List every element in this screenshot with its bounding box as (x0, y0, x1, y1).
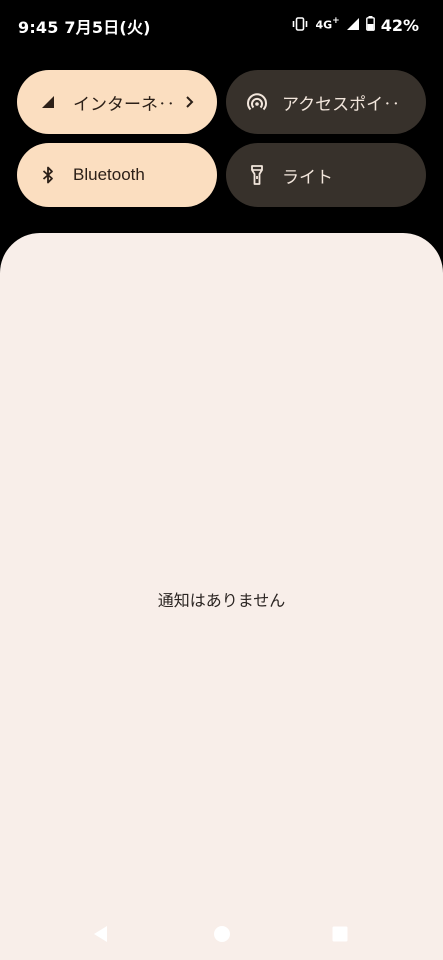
flashlight-icon (246, 164, 268, 186)
battery-percent: 42% (380, 15, 419, 35)
tile-hotspot[interactable]: アクセスポイ‥ (226, 70, 426, 134)
tile-hotspot-label: アクセスポイ‥ (282, 94, 401, 114)
network-plus: + (332, 15, 340, 26)
tile-light[interactable]: ライト (226, 143, 426, 207)
recents-button[interactable] (330, 924, 350, 944)
home-circle-icon (214, 926, 230, 942)
back-triangle-icon (94, 926, 107, 942)
tile-bluetooth[interactable]: Bluetooth (17, 143, 217, 207)
network-type: 4G+ (315, 15, 340, 32)
home-button[interactable] (212, 924, 232, 944)
screen: 9:45 7月5日(火) 4G+ 42% インターネ‥ アクセスポイ‥ Blue… (0, 0, 443, 960)
battery-icon (365, 15, 375, 35)
notification-panel: 通知はありません (0, 233, 443, 960)
vibrate-icon (291, 16, 309, 35)
tile-internet[interactable]: インターネ‥ (17, 70, 217, 134)
status-time-date: 9:45 7月5日(火) (18, 18, 151, 37)
recents-square-icon (332, 926, 348, 942)
signal-icon (37, 91, 59, 113)
back-button[interactable] (91, 924, 111, 944)
tile-bluetooth-label: Bluetooth (73, 165, 145, 184)
navigation-bar (0, 910, 443, 960)
hotspot-icon (246, 91, 268, 113)
status-icons: 4G+ 42% (291, 14, 419, 36)
status-bar: 9:45 7月5日(火) 4G+ 42% (0, 0, 443, 52)
network-type-label: 4G (315, 18, 333, 32)
bluetooth-icon (37, 164, 59, 186)
cell-signal-icon (346, 16, 360, 35)
no-notifications-message: 通知はありません (157, 591, 286, 610)
tile-internet-label: インターネ‥ (73, 94, 175, 114)
tile-light-label: ライト (282, 167, 333, 187)
chevron-right-icon (181, 93, 199, 111)
